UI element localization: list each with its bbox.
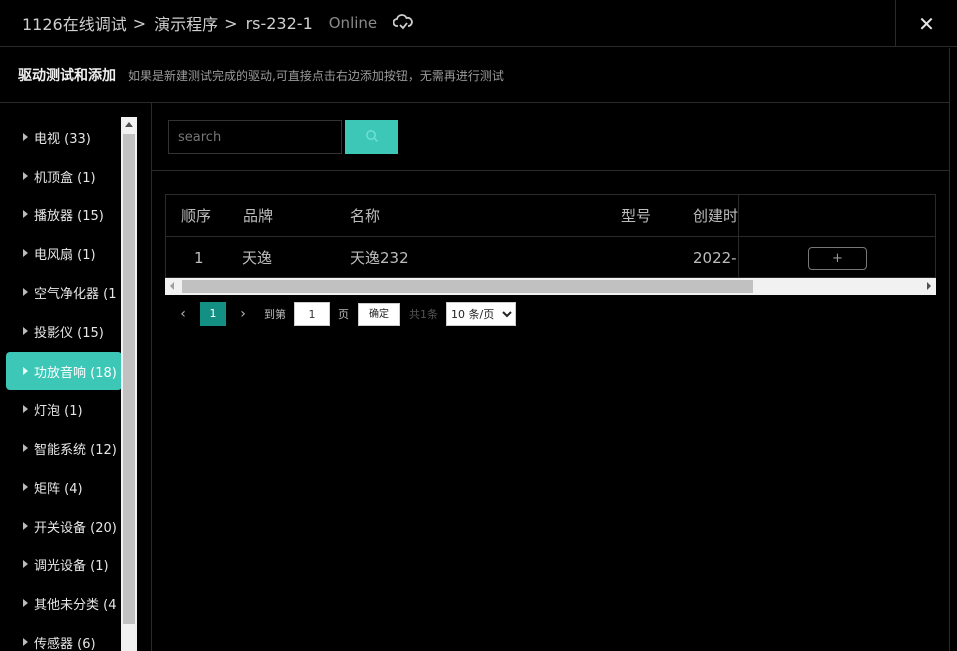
column-header-name: 名称 [350, 207, 381, 225]
sidebar-item-switch-device[interactable]: 开关设备 (20) [6, 507, 122, 545]
sidebar-item-label: 电风扇 (1) [34, 247, 96, 263]
page-size-select[interactable]: 10 条/页 [446, 302, 516, 326]
sidebar-item-smart-system[interactable]: 智能系统 (12) [6, 429, 122, 467]
caret-right-icon [23, 133, 28, 141]
sidebar-item-sensor[interactable]: 传感器 (6) [6, 623, 122, 651]
sidebar-item-uncategorized[interactable]: 其他未分类 (4 [6, 584, 122, 622]
scroll-up-arrow-icon[interactable] [121, 117, 137, 133]
section-header: 驱动测试和添加 如果是新建测试完成的驱动,可直接点击右边添加按钮，无需再进行测试 [0, 48, 950, 103]
caret-right-icon [23, 172, 28, 180]
sidebar-item-label: 传感器 (6) [34, 636, 96, 651]
sidebar-item-amplifier[interactable]: 功放音响 (18) [6, 352, 122, 390]
caret-right-icon [23, 327, 28, 335]
search-input[interactable] [168, 120, 342, 154]
caret-right-icon [23, 210, 28, 218]
action-column: + [738, 195, 935, 277]
add-driver-button[interactable]: + [808, 247, 867, 270]
divider [152, 170, 949, 171]
driver-table: 顺序 品牌 名称 型号 创建时 1 天逸 天逸232 2022- + [165, 194, 936, 278]
column-header-model: 型号 [621, 207, 652, 225]
pagination: ‹ 1 › 到第 页 确定 共1条 10 条/页 [172, 302, 516, 326]
sidebar-item-label: 开关设备 (20) [34, 520, 117, 536]
cell-name: 天逸232 [350, 249, 409, 267]
sidebar-item-label: 机顶盒 (1) [34, 170, 96, 186]
page-number-current[interactable]: 1 [200, 302, 226, 326]
plus-icon: + [832, 251, 843, 266]
breadcrumb: 1126在线调试 > 演示程序 > rs-232-1 Online [22, 11, 413, 35]
table-scroll-thumb[interactable] [182, 280, 753, 293]
close-button[interactable]: ✕ [895, 0, 957, 47]
sidebar-item-fan[interactable]: 电风扇 (1) [6, 234, 122, 272]
panel-divider [151, 103, 152, 651]
caret-right-icon [23, 522, 28, 530]
caret-right-icon [23, 483, 28, 491]
section-hint: 如果是新建测试完成的驱动,可直接点击右边添加按钮，无需再进行测试 [128, 68, 504, 83]
sidebar-item-tv[interactable]: 电视 (33) [6, 118, 122, 156]
close-icon: ✕ [918, 11, 935, 36]
breadcrumb-item-device[interactable]: 1126在线调试 [22, 11, 127, 35]
caret-right-icon [23, 444, 28, 452]
column-header-created: 创建时 [693, 207, 739, 225]
status-text: Online [328, 14, 378, 32]
caret-right-icon [23, 405, 28, 413]
category-sidebar: 电视 (33) 机顶盒 (1) 播放器 (15) 电风扇 (1) 空气净化器 (… [0, 103, 138, 651]
column-header-brand: 品牌 [243, 207, 274, 225]
section-title: 驱动测试和添加 [18, 68, 116, 84]
chevron-left-icon[interactable]: ‹ [172, 306, 194, 322]
chevron-right-icon: > [132, 13, 147, 33]
caret-right-icon [23, 638, 28, 646]
sidebar-item-set-top-box[interactable]: 机顶盒 (1) [6, 157, 122, 195]
caret-right-icon [23, 288, 28, 296]
sidebar-item-projector[interactable]: 投影仪 (15) [6, 312, 122, 350]
chevron-right-icon[interactable]: › [232, 306, 254, 322]
cloud-sync-icon [392, 14, 413, 32]
sidebar-item-air-purifier[interactable]: 空气净化器 (1 [6, 273, 122, 311]
column-header-index: 顺序 [181, 207, 212, 225]
cell-created: 2022- [693, 249, 737, 267]
sidebar-item-label: 电视 (33) [34, 131, 91, 147]
sidebar-item-label: 智能系统 (12) [34, 442, 117, 458]
breadcrumb-item-program[interactable]: 演示程序 [154, 11, 218, 35]
page-label: 页 [338, 308, 349, 321]
sidebar-item-label: 矩阵 (4) [34, 481, 83, 497]
top-bar: 1126在线调试 > 演示程序 > rs-232-1 Online ✕ [0, 0, 957, 47]
search-button[interactable] [345, 120, 398, 154]
sidebar-item-label: 投影仪 (15) [34, 325, 104, 341]
sidebar-item-matrix[interactable]: 矩阵 (4) [6, 468, 122, 506]
table-horizontal-scrollbar[interactable] [165, 278, 936, 295]
search-icon [365, 129, 379, 146]
row-divider [739, 236, 935, 237]
goto-label: 到第 [264, 308, 286, 321]
goto-page-input[interactable] [294, 302, 330, 326]
sidebar-item-label: 调光设备 (1) [34, 558, 109, 574]
panel-border [949, 103, 950, 651]
sidebar-item-label: 其他未分类 (4 [34, 597, 117, 613]
sidebar-item-label: 灯泡 (1) [34, 403, 83, 419]
caret-right-icon [23, 367, 28, 375]
chevron-right-icon: > [224, 13, 238, 33]
caret-right-icon [23, 249, 28, 257]
scroll-left-arrow-icon[interactable] [170, 282, 174, 290]
caret-right-icon [23, 560, 28, 568]
sidebar-item-bulb[interactable]: 灯泡 (1) [6, 390, 122, 428]
sidebar-item-dimmer[interactable]: 调光设备 (1) [6, 545, 122, 583]
goto-confirm-button[interactable]: 确定 [358, 302, 400, 326]
sidebar-item-label: 功放音响 (18) [34, 365, 117, 381]
total-count: 共1条 [409, 308, 438, 321]
cell-brand: 天逸 [242, 249, 273, 267]
sidebar-scrollbar[interactable] [121, 117, 137, 651]
breadcrumb-item-port: rs-232-1 [245, 13, 313, 33]
sidebar-item-label: 播放器 (15) [34, 208, 104, 224]
sidebar-scroll-thumb[interactable] [123, 134, 135, 624]
caret-right-icon [23, 599, 28, 607]
cell-index: 1 [194, 249, 204, 267]
sidebar-item-label: 空气净化器 (1 [34, 286, 117, 302]
scroll-right-arrow-icon[interactable] [927, 282, 931, 290]
sidebar-item-player[interactable]: 播放器 (15) [6, 195, 122, 233]
